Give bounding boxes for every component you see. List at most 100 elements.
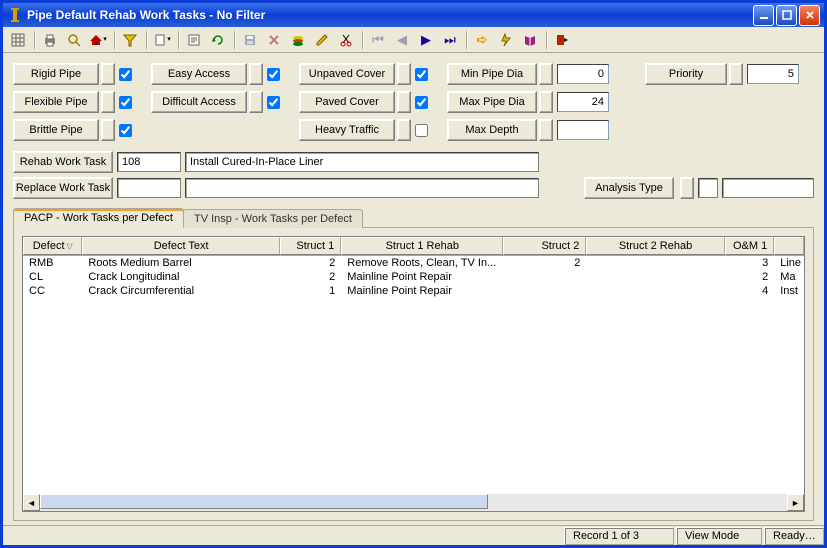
rigid-pipe-checkbox[interactable] [119,68,132,81]
flexible-pipe-checkbox[interactable] [119,96,132,109]
paved-cover-opt-button[interactable] [397,91,411,113]
easy-access-checkbox[interactable] [267,68,280,81]
status-mode: View Mode [676,527,762,545]
table-row[interactable]: CLCrack Longitudinal2Mainline Point Repa… [23,270,804,284]
priority-button[interactable]: Priority [645,63,727,85]
save-icon[interactable] [239,29,261,51]
heavy-traffic-button[interactable]: Heavy Traffic [299,119,395,141]
analysis-code-field[interactable] [698,178,718,198]
edit-icon[interactable] [311,29,333,51]
rehab-desc-field: Install Cured-In-Place Liner [185,152,539,172]
col-om1-rehab[interactable] [774,237,804,255]
flexible-pipe-button[interactable]: Flexible Pipe [13,91,99,113]
heavy-traffic-checkbox[interactable] [415,124,428,137]
funnel-icon[interactable] [119,29,141,51]
difficult-access-checkbox[interactable] [267,96,280,109]
status-record: Record 1 of 3 [564,527,674,545]
max-depth-button[interactable]: Max Depth [447,119,537,141]
last-icon[interactable]: ⏭ [439,29,461,51]
next-icon[interactable]: ▶ [415,29,437,51]
flexible-pipe-opt-button[interactable] [101,91,115,113]
scroll-left-button[interactable]: ◄ [23,494,40,511]
priority-label: Priority [669,68,703,80]
house-icon[interactable]: ▾ [87,29,109,51]
easy-access-label: Easy Access [168,68,230,80]
brittle-pipe-label: Brittle Pipe [29,124,82,136]
brittle-pipe-checkbox[interactable] [119,124,132,137]
close-button[interactable] [799,5,820,26]
col-om1[interactable]: O&M 1 [725,237,775,255]
rehab-code-field[interactable]: 108 [117,152,181,172]
maximize-button[interactable] [776,5,797,26]
tab-tv-insp[interactable]: TV Insp - Work Tasks per Defect [183,209,363,228]
table-row[interactable]: CCCrack Circumferential1Mainline Point R… [23,284,804,298]
tb-grid-icon[interactable] [7,29,29,51]
book-icon[interactable] [519,29,541,51]
notes-icon[interactable] [183,29,205,51]
replace-work-task-button[interactable]: Replace Work Task [13,177,113,199]
rigid-pipe-opt-button[interactable] [101,63,115,85]
unpaved-cover-button[interactable]: Unpaved Cover [299,63,395,85]
table-row[interactable]: RMBRoots Medium Barrel2Remove Roots, Cle… [23,256,804,270]
exit-icon[interactable] [551,29,573,51]
scroll-thumb[interactable] [40,494,488,509]
arrow-right-icon[interactable]: ➪ [471,29,493,51]
col-struct1-rehab[interactable]: Struct 1 Rehab [341,237,503,255]
paved-cover-button[interactable]: Paved Cover [299,91,395,113]
search-icon[interactable] [63,29,85,51]
min-pipe-dia-input[interactable] [557,64,609,84]
paved-cover-checkbox[interactable] [415,96,428,109]
delete-icon[interactable] [263,29,285,51]
new-icon[interactable]: ▾ [151,29,173,51]
difficult-access-button[interactable]: Difficult Access [151,91,247,113]
min-pipe-dia-button[interactable]: Min Pipe Dia [447,63,537,85]
analysis-type-opt-button[interactable] [680,177,694,199]
easy-access-button[interactable]: Easy Access [151,63,247,85]
unpaved-cover-checkbox[interactable] [415,68,428,81]
col-defect[interactable]: Defect▽ [23,237,82,255]
print-icon[interactable] [39,29,61,51]
max-depth-opt-button[interactable] [539,119,553,141]
app-icon [7,7,23,23]
grid-body[interactable]: RMBRoots Medium Barrel2Remove Roots, Cle… [23,256,804,494]
first-icon[interactable]: ⏮ [367,29,389,51]
difficult-access-opt-button[interactable] [249,91,263,113]
unpaved-cover-opt-button[interactable] [397,63,411,85]
bolt-icon[interactable] [495,29,517,51]
rehab-work-task-button[interactable]: Rehab Work Task [13,151,113,173]
brittle-pipe-opt-button[interactable] [101,119,115,141]
replace-code-field[interactable] [117,178,181,198]
easy-access-opt-button[interactable] [249,63,263,85]
horizontal-scrollbar[interactable]: ◄ ► [23,494,804,511]
analysis-desc-field [722,178,814,198]
priority-input[interactable] [747,64,799,84]
scroll-right-button[interactable]: ► [787,494,804,511]
refresh-icon[interactable] [207,29,229,51]
prev-icon[interactable]: ◀ [391,29,413,51]
col-struct2-rehab[interactable]: Struct 2 Rehab [586,237,724,255]
flexible-pipe-label: Flexible Pipe [25,96,88,108]
max-depth-input[interactable] [557,120,609,140]
scroll-track[interactable] [40,494,787,511]
min-pipe-dia-opt-button[interactable] [539,63,553,85]
col-struct2[interactable]: Struct 2 [503,237,586,255]
grid-header: Defect▽ Defect Text Struct 1 Struct 1 Re… [23,237,804,256]
heavy-traffic-opt-button[interactable] [397,119,411,141]
stack-icon[interactable] [287,29,309,51]
max-pipe-dia-input[interactable] [557,92,609,112]
max-pipe-dia-opt-button[interactable] [539,91,553,113]
priority-opt-button[interactable] [729,63,743,85]
col-defect-text[interactable]: Defect Text [82,237,280,255]
minimize-button[interactable] [753,5,774,26]
defect-grid[interactable]: Defect▽ Defect Text Struct 1 Struct 1 Re… [22,236,805,512]
col-struct1[interactable]: Struct 1 [280,237,341,255]
paved-cover-label: Paved Cover [315,96,379,108]
tab-pacp[interactable]: PACP - Work Tasks per Defect [13,208,184,228]
rigid-pipe-button[interactable]: Rigid Pipe [13,63,99,85]
rigid-pipe-label: Rigid Pipe [31,68,81,80]
max-pipe-dia-button[interactable]: Max Pipe Dia [447,91,537,113]
titlebar: Pipe Default Rehab Work Tasks - No Filte… [3,3,824,27]
cut-icon[interactable] [335,29,357,51]
analysis-type-button[interactable]: Analysis Type [584,177,674,199]
brittle-pipe-button[interactable]: Brittle Pipe [13,119,99,141]
